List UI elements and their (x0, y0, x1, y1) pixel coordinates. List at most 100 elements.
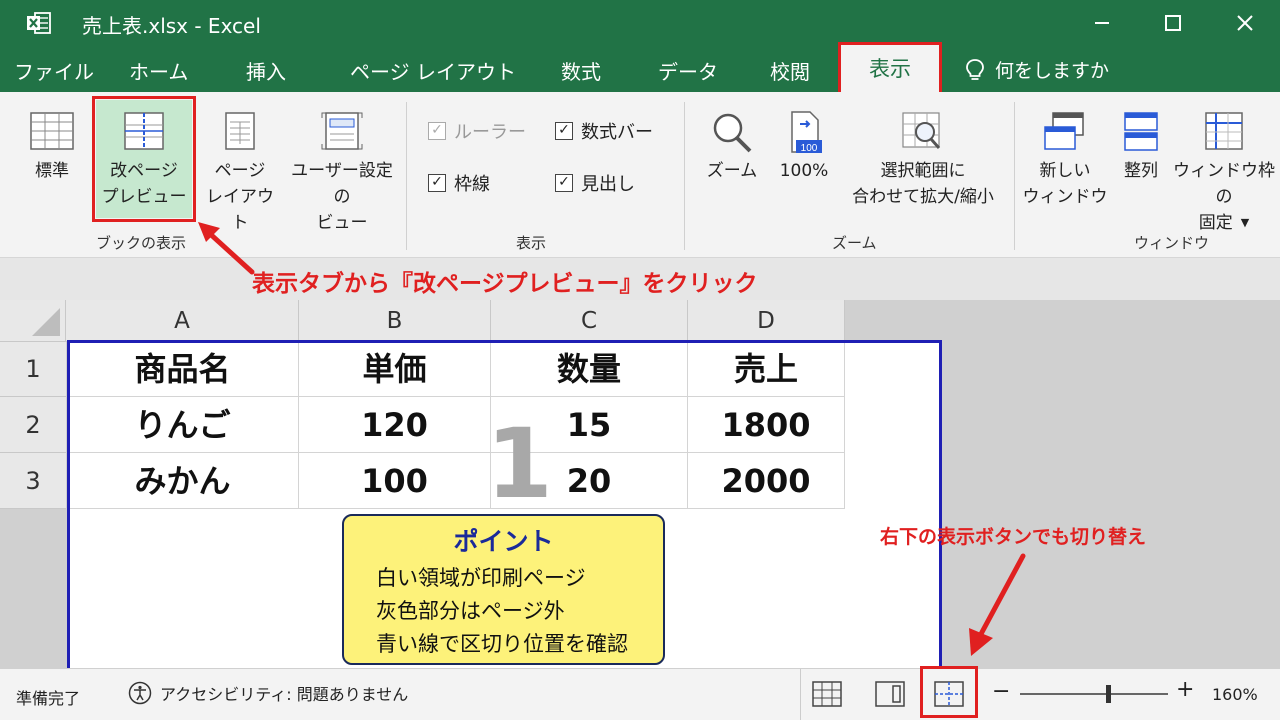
cell-c1[interactable]: 数量 (491, 342, 688, 397)
tab-view[interactable]: 表示 (838, 42, 942, 96)
zoom-100-label: 100% (779, 161, 829, 181)
arrange-all-icon (1124, 112, 1158, 151)
page-layout-status-icon[interactable] (873, 679, 907, 709)
status-bar: 準備完了 アクセシビリティ: 問題ありません − + 160% (0, 668, 1280, 720)
ribbon-tab-bar: ファイル ホーム 挿入 ページ レイアウト 数式 データ 校閲 何をしますか (0, 46, 1280, 92)
zoom-slider-track[interactable] (1020, 685, 1168, 703)
formula-bar-check-icon: ✓ (555, 122, 573, 140)
ribbon-separator (1014, 102, 1015, 250)
cell-d2[interactable]: 1800 (688, 397, 845, 453)
group-label-book-view: ブックの表示 (96, 234, 187, 252)
annotation-page-break-instruction: 表示タブから『改ページプレビュー』をクリック (252, 271, 758, 297)
ruler-check-icon: ✓ (428, 122, 446, 140)
headings-checkbox[interactable]: ✓ 見出し (555, 170, 635, 196)
zoom-100-icon: 100 (791, 111, 822, 154)
row-header-3[interactable]: 3 (0, 453, 66, 509)
point-callout: ポイント 白い領域が印刷ページ 灰色部分はページ外 青い線で区切り位置を確認 (342, 514, 665, 665)
accessibility-status[interactable]: アクセシビリティ: 問題ありません (128, 681, 408, 705)
new-window-button[interactable]: 新しい ウィンドウ (1022, 110, 1108, 210)
formula-bar-checkbox[interactable]: ✓ 数式バー (555, 118, 653, 144)
gridlines-label: 枠線 (454, 174, 490, 195)
cell-a2[interactable]: りんご (67, 397, 299, 453)
red-arrow-icon (198, 222, 255, 275)
tab-data[interactable]: データ (658, 56, 718, 85)
status-ready: 準備完了 (16, 689, 81, 708)
column-header-a[interactable]: A (66, 300, 299, 342)
zoom-100-button[interactable]: 100 100% (772, 110, 836, 184)
tab-page-layout[interactable]: ページ レイアウト (350, 56, 516, 85)
zoom-button[interactable]: ズーム (700, 110, 764, 184)
custom-views-button[interactable]: ユーザー設定の ビュー (286, 110, 398, 236)
normal-view-button[interactable]: 標準 (18, 110, 86, 184)
normal-view-label: 標準 (35, 161, 69, 181)
column-header-c[interactable]: C (491, 300, 688, 342)
row-header-1[interactable]: 1 (0, 342, 66, 397)
page-number-watermark: 1 (486, 408, 553, 520)
zoom-to-selection-button[interactable]: 選択範囲に 合わせて拡大/縮小 (840, 110, 1006, 210)
cell-b2[interactable]: 120 (299, 397, 491, 453)
zoom-to-selection-icon (902, 112, 941, 149)
title-bar: 売上表.xlsx - Excel (0, 0, 1280, 46)
page-layout-label-1: ページ (214, 161, 266, 181)
headings-label: 見出し (581, 174, 635, 195)
cell-a1[interactable]: 商品名 (67, 342, 299, 397)
cell-b1[interactable]: 単価 (299, 342, 491, 397)
custom-views-label-2: ビュー (316, 213, 368, 233)
ribbon-separator (406, 102, 407, 250)
svg-text:100: 100 (801, 143, 818, 154)
page-break-callout-frame (92, 96, 196, 222)
group-label-show: 表示 (516, 234, 547, 252)
zoom-in-icon[interactable]: + (1176, 677, 1194, 702)
zoom-level[interactable]: 160% (1212, 685, 1258, 704)
point-title: ポイント (453, 527, 554, 556)
window-title: 売上表.xlsx - Excel (82, 14, 261, 38)
arrange-all-button[interactable]: 整列 (1112, 110, 1170, 184)
group-label-zoom: ズーム (832, 234, 877, 252)
zoom-selection-label-1: 選択範囲に (880, 161, 966, 181)
zoom-out-icon[interactable]: − (992, 679, 1010, 704)
row-header-2[interactable]: 2 (0, 397, 66, 453)
minimize-icon[interactable] (1087, 8, 1117, 38)
column-header-b[interactable]: B (299, 300, 491, 342)
ribbon-separator (684, 102, 685, 250)
gridlines-checkbox[interactable]: ✓ 枠線 (428, 170, 490, 196)
freeze-panes-label-1: ウィンドウ枠の (1173, 161, 1275, 207)
freeze-panes-button[interactable]: ウィンドウ枠の 固定 ▼ (1172, 110, 1276, 236)
tell-me-search[interactable]: 何をしますか (965, 56, 1109, 83)
select-all-triangle-icon (32, 308, 60, 336)
cell-d1[interactable]: 売上 (688, 342, 845, 397)
excel-logo-icon (27, 12, 51, 34)
tab-file[interactable]: ファイル (14, 56, 94, 85)
custom-views-icon (321, 112, 363, 150)
tab-formulas[interactable]: 数式 (561, 56, 601, 85)
cell-d3[interactable]: 2000 (688, 453, 845, 509)
tell-me-label: 何をしますか (995, 60, 1110, 82)
page-layout-view-icon (225, 112, 255, 150)
maximize-icon[interactable] (1158, 8, 1188, 38)
new-window-icon (1044, 112, 1084, 150)
ruler-checkbox[interactable]: ✓ ルーラー (428, 118, 526, 144)
close-icon[interactable] (1230, 8, 1260, 38)
new-window-label-2: ウィンドウ (1022, 187, 1108, 207)
normal-view-status-icon[interactable] (810, 679, 844, 709)
freeze-panes-icon (1205, 112, 1243, 150)
column-header-d[interactable]: D (688, 300, 845, 342)
tab-review[interactable]: 校閲 (770, 56, 810, 85)
cell-a3[interactable]: みかん (67, 453, 299, 509)
magnifier-icon (713, 113, 752, 153)
point-line-1: 白い領域が印刷ページ (376, 566, 586, 590)
accessibility-icon (128, 681, 152, 705)
custom-views-label-1: ユーザー設定の (291, 161, 393, 207)
tab-insert[interactable]: 挿入 (246, 56, 286, 85)
select-all-corner[interactable] (0, 300, 66, 342)
red-arrow-down-icon (969, 553, 1026, 656)
point-line-2: 灰色部分はページ外 (376, 599, 565, 623)
group-label-window: ウィンドウ (1134, 234, 1210, 252)
zoom-selection-label-2: 合わせて拡大/縮小 (852, 187, 994, 207)
new-window-label-1: 新しい (1039, 161, 1091, 181)
zoom-slider-thumb[interactable] (1106, 685, 1112, 703)
ruler-label: ルーラー (454, 122, 526, 143)
tab-home[interactable]: ホーム (129, 56, 188, 85)
normal-view-icon (30, 112, 74, 150)
cell-b3[interactable]: 100 (299, 453, 491, 509)
